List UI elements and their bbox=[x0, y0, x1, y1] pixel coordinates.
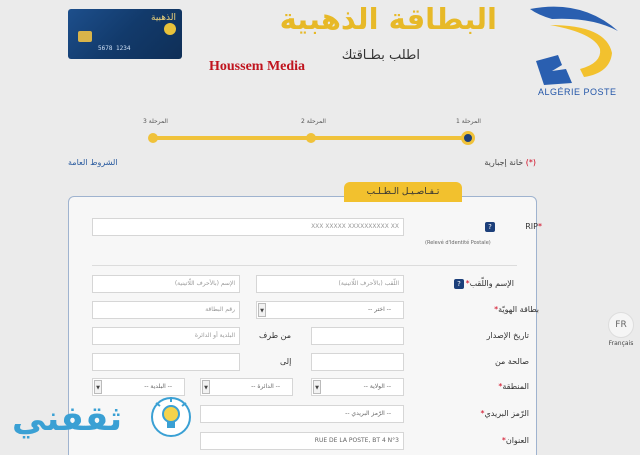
card-name: الذهبية bbox=[151, 13, 176, 23]
issue-date-input[interactable] bbox=[311, 327, 404, 345]
card-logo-icon bbox=[164, 23, 176, 35]
divider bbox=[92, 265, 517, 266]
chevron-down-icon: ▼ bbox=[313, 380, 321, 394]
required-note-text: خانة إجبارية bbox=[484, 158, 524, 167]
chevron-down-icon: ▼ bbox=[202, 380, 210, 394]
id-card-label: بطاقة الهويّة* bbox=[494, 305, 539, 314]
step-2-label: المرحلة 2 bbox=[301, 118, 326, 125]
rip-label: *RIP bbox=[525, 222, 542, 231]
address-label: العنوان* bbox=[501, 436, 529, 445]
valid-to-label: إلى bbox=[280, 357, 292, 366]
address-input[interactable]: RUE DE LA POSTE, BT 4 N°3 bbox=[200, 432, 404, 450]
step-3-dot bbox=[148, 133, 158, 143]
postal-code-label: الرّمز البريدي* bbox=[480, 409, 530, 418]
page-title: البطاقة الذهبية bbox=[279, 2, 497, 36]
valid-to-input[interactable] bbox=[92, 353, 240, 371]
page-subtitle: اطلب بطـاقتك bbox=[341, 48, 420, 63]
card-chip-icon bbox=[78, 31, 92, 42]
id-number-input[interactable]: رقم البطاقة bbox=[92, 301, 240, 319]
required-field-note: (*) خانة إجبارية bbox=[484, 158, 536, 167]
golden-card-image: الذهبية 5678 1234 bbox=[68, 9, 182, 59]
required-star: (*) bbox=[525, 158, 536, 167]
watermark-logo-text: ثقفني bbox=[12, 399, 122, 439]
valid-from-input[interactable] bbox=[311, 353, 404, 371]
section-tab-request-details[interactable]: تـفـاصـيـل الـطـلـب bbox=[344, 182, 462, 202]
id-type-select[interactable]: ▼ -- اختر -- bbox=[256, 301, 404, 319]
step-1-label: المرحلة 1 bbox=[456, 118, 481, 125]
language-name: Français bbox=[608, 340, 634, 347]
card-number: 5678 1234 bbox=[98, 45, 131, 52]
issued-by-input[interactable]: البلدية أو الدائرة bbox=[92, 327, 240, 345]
issued-by-label: من طرف bbox=[259, 331, 291, 340]
language-switch[interactable]: FR Français bbox=[606, 312, 636, 347]
lightbulb-icon bbox=[151, 397, 191, 437]
step-1-dot bbox=[461, 131, 475, 145]
chevron-down-icon: ▼ bbox=[94, 380, 102, 394]
valid-from-label: صالحة من bbox=[494, 357, 529, 366]
wilaya-select[interactable]: ▼ -- الولاية -- bbox=[311, 378, 404, 396]
chevron-down-icon: ▼ bbox=[258, 303, 266, 317]
firstname-input[interactable]: الإسم (بالأحرف اللّاتينية) bbox=[92, 275, 240, 293]
name-label: الإسم واللّقب* bbox=[465, 279, 514, 288]
algerie-poste-logo bbox=[530, 6, 618, 85]
postal-code-select[interactable]: -- الرّمز البريدي -- bbox=[200, 405, 404, 423]
step-2-dot bbox=[306, 133, 316, 143]
terms-link[interactable]: الشروط العامة bbox=[68, 158, 118, 167]
name-help-icon[interactable]: ? bbox=[454, 279, 464, 289]
region-label: المنطقة* bbox=[498, 382, 529, 391]
brand-name: ALGÉRIE POSTE bbox=[538, 87, 617, 97]
step-3-label: المرحلة 3 bbox=[143, 118, 168, 125]
rip-note: (Relevé d'Identité Postale) bbox=[425, 240, 491, 246]
issue-date-label: تاريخ الإصدار bbox=[486, 331, 529, 340]
rip-help-icon[interactable]: ? bbox=[485, 222, 495, 232]
lastname-input[interactable]: اللّقب (بالأحرف اللّاتينية) bbox=[256, 275, 404, 293]
daira-select[interactable]: ▼ -- الدائرة -- bbox=[200, 378, 293, 396]
rip-input[interactable]: XXX XXXXX XXXXXXXXXX XX bbox=[92, 218, 404, 236]
language-code: FR bbox=[608, 312, 634, 338]
watermark-text: Houssem Media bbox=[209, 59, 306, 74]
